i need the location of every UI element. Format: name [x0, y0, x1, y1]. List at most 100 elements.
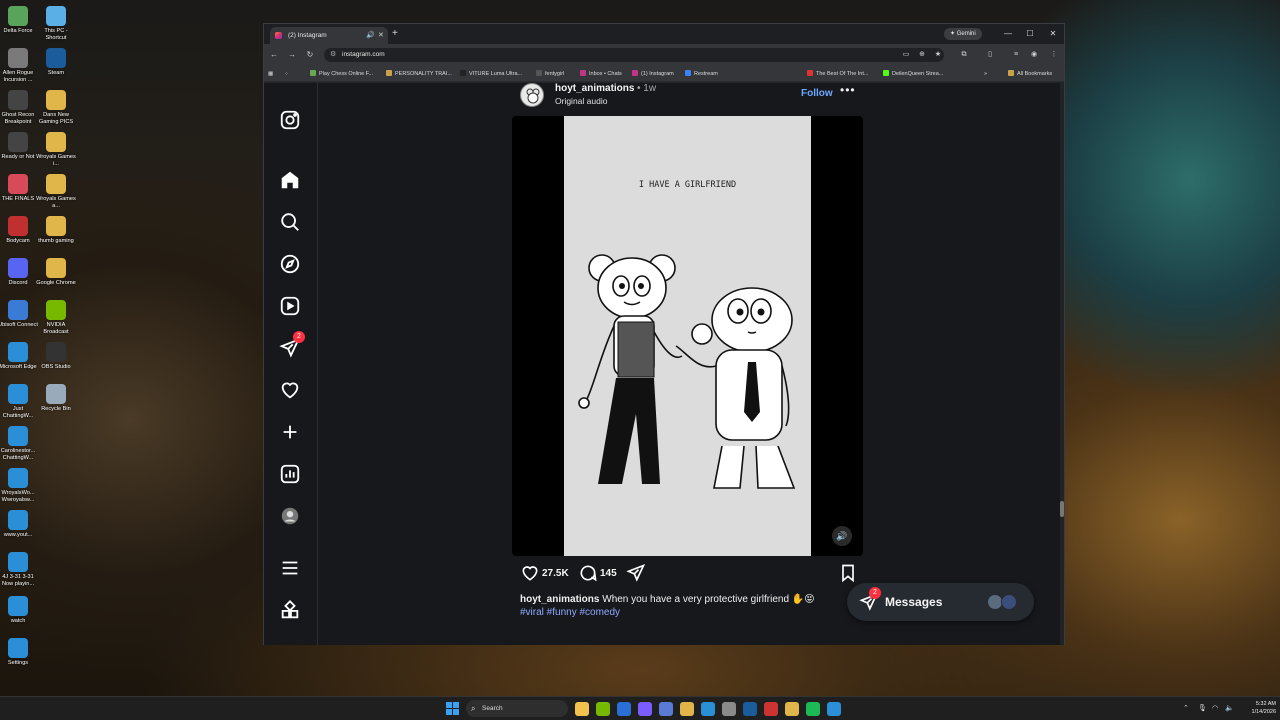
nvidia-icon[interactable]	[596, 702, 610, 716]
desktop-icon[interactable]: thumb gaming	[36, 216, 76, 245]
desktop-icon[interactable]: NVIDIA Broadcast	[36, 300, 76, 336]
tab-instagram[interactable]: (2) Instagram 🔊 ✕	[270, 27, 388, 44]
sound-icon[interactable]: 🔊	[832, 526, 852, 546]
file-explorer-icon[interactable]	[575, 702, 589, 716]
new-tab-button[interactable]: +	[392, 27, 398, 41]
post-video[interactable]: I HAVE A GIRLFRIEND 🔊	[512, 116, 863, 556]
maximize-button[interactable]: ☐	[1023, 27, 1037, 41]
desktop-icon[interactable]: Just ChattingW...	[0, 384, 38, 420]
desktop-icon[interactable]: Delta Force	[0, 6, 38, 35]
bookmark-item[interactable]: The Best Of The Int...	[807, 68, 868, 80]
home-icon[interactable]	[279, 169, 301, 191]
desktop-icon[interactable]: This PC - Shortcut	[36, 6, 76, 42]
caption-username[interactable]: hoyt_animations	[520, 594, 599, 605]
tray-chevron-icon[interactable]: ⌃	[1183, 702, 1189, 716]
forward-button[interactable]: →	[286, 49, 298, 61]
desktop-icon[interactable]: www.yout...	[0, 510, 38, 539]
sidepanel-icon[interactable]: ▯	[984, 49, 996, 61]
minimize-button[interactable]: —	[1001, 27, 1015, 41]
desktop-icon[interactable]: Bodycam	[0, 216, 38, 245]
tab-close-icon[interactable]: ✕	[378, 27, 384, 44]
close-window-button[interactable]: ✕	[1046, 27, 1060, 41]
site-info-icon[interactable]: ⚙	[330, 48, 336, 62]
search-icon[interactable]	[279, 211, 301, 233]
comment-icon[interactable]	[578, 563, 598, 588]
copilot-icon[interactable]	[638, 702, 652, 716]
spotify-icon[interactable]	[806, 702, 820, 716]
desktop-icon[interactable]: Discord	[0, 258, 38, 287]
chrome-icon[interactable]	[785, 702, 799, 716]
all-bookmarks[interactable]: All Bookmarks	[1008, 68, 1052, 80]
url-input[interactable]: ⚙ instagram.com	[324, 48, 944, 62]
like-heart-icon[interactable]	[520, 563, 540, 588]
post-username[interactable]: hoyt_animations	[555, 83, 634, 94]
cast-icon[interactable]: ▭	[900, 49, 912, 61]
share-icon[interactable]	[626, 563, 646, 588]
desktop-icon[interactable]: watch	[0, 596, 38, 625]
post-avatar[interactable]	[520, 83, 544, 107]
desktop-icon[interactable]: WroyalsWo... Wwroyalsw...	[0, 468, 38, 504]
bookmark-item[interactable]: (1) Instagram	[632, 68, 674, 80]
bookmark-item[interactable]: Restream	[685, 68, 718, 80]
bookmark-item[interactable]: Play Chess Online F...	[310, 68, 373, 80]
app-icon[interactable]	[617, 702, 631, 716]
app-icon[interactable]	[764, 702, 778, 716]
taskbar-clock[interactable]: 5:32 AM 1/14/2026	[1238, 700, 1276, 716]
zoom-icon[interactable]: ⊕	[916, 49, 928, 61]
desktop-icon[interactable]: Ubisoft Connect	[0, 300, 38, 329]
store-icon[interactable]	[701, 702, 715, 716]
desktop-icon[interactable]: Wroyals Games i...	[36, 132, 76, 168]
bookmark-item[interactable]: Inbox • Chats	[580, 68, 622, 80]
post-audio[interactable]: Original audio	[555, 96, 607, 106]
explore-icon[interactable]	[279, 253, 301, 275]
bookmark-item[interactable]: VITURE Luma Ultra...	[460, 68, 522, 80]
bookmarks-overflow-icon[interactable]: »	[984, 68, 987, 80]
profile-icon[interactable]: ◉	[1028, 49, 1040, 61]
desktop-icon[interactable]: Wroyals Games a...	[36, 174, 76, 210]
bookmark-item[interactable]: fentygirl	[536, 68, 564, 80]
caption-hashtags[interactable]: #viral #funny #comedy	[520, 607, 620, 618]
taskbar-search[interactable]: ⌕ Search	[466, 700, 568, 717]
menu-kebab-icon[interactable]: ⋮	[1048, 49, 1060, 61]
desktop-icon[interactable]: 4J 3-31 3-31 Now playin...	[0, 552, 38, 588]
bookmark-star-icon[interactable]: ★	[932, 49, 944, 61]
more-apps-icon[interactable]	[279, 599, 301, 621]
extensions-icon[interactable]: ⧉	[958, 49, 970, 61]
steam-icon[interactable]	[743, 702, 757, 716]
media-control-icon[interactable]: ≡	[1010, 49, 1022, 61]
desktop-icon[interactable]: Settings	[0, 638, 38, 667]
desktop-icon[interactable]: Carolinestor... ChattingW...	[0, 426, 38, 462]
app-icon[interactable]	[659, 702, 673, 716]
back-button[interactable]: ←	[268, 49, 280, 61]
desktop-icon[interactable]: Dans New Gaming PICS	[36, 90, 76, 126]
microphone-icon[interactable]: 🎙	[1198, 702, 1207, 716]
settings-icon[interactable]	[722, 702, 736, 716]
desktop-icon[interactable]: Ghost Recon Breakpoint	[0, 90, 38, 126]
desktop-icon[interactable]: Recycle Bin	[36, 384, 76, 413]
reels-icon[interactable]	[279, 295, 301, 317]
reload-button[interactable]: ↻	[304, 49, 316, 61]
profile-avatar[interactable]	[279, 505, 301, 527]
scrollbar-thumb[interactable]	[1060, 501, 1064, 517]
wifi-icon[interactable]: ◠	[1212, 702, 1218, 716]
more-options-button[interactable]: •••	[840, 83, 856, 97]
dashboard-icon[interactable]	[279, 463, 301, 485]
messages-icon[interactable]: 2	[279, 331, 305, 359]
bookmark-item[interactable]: PERSONALITY TRAI...	[386, 68, 452, 80]
desktop-icon[interactable]: Steam	[36, 48, 76, 77]
folder-icon[interactable]	[680, 702, 694, 716]
messages-button[interactable]: 2 Messages	[847, 583, 1034, 621]
create-plus-icon[interactable]	[279, 421, 301, 443]
desktop-icon[interactable]: Google Chrome	[36, 258, 76, 287]
desktop-icon[interactable]: OBS Studio	[36, 342, 76, 371]
volume-icon[interactable]: 🔈	[1225, 702, 1234, 716]
edge-icon[interactable]	[827, 702, 841, 716]
notifications-heart-icon[interactable]	[279, 379, 301, 401]
desktop-icon[interactable]: Microsoft Edge	[0, 342, 38, 371]
windows-start-icon[interactable]	[446, 702, 459, 715]
save-bookmark-icon[interactable]	[838, 563, 858, 588]
menu-hamburger-icon[interactable]	[279, 557, 301, 579]
tab-audio-icon[interactable]: 🔊	[366, 27, 375, 44]
desktop-icon[interactable]: Ready or Not	[0, 132, 38, 161]
apps-icon[interactable]: ⁘	[284, 68, 289, 80]
